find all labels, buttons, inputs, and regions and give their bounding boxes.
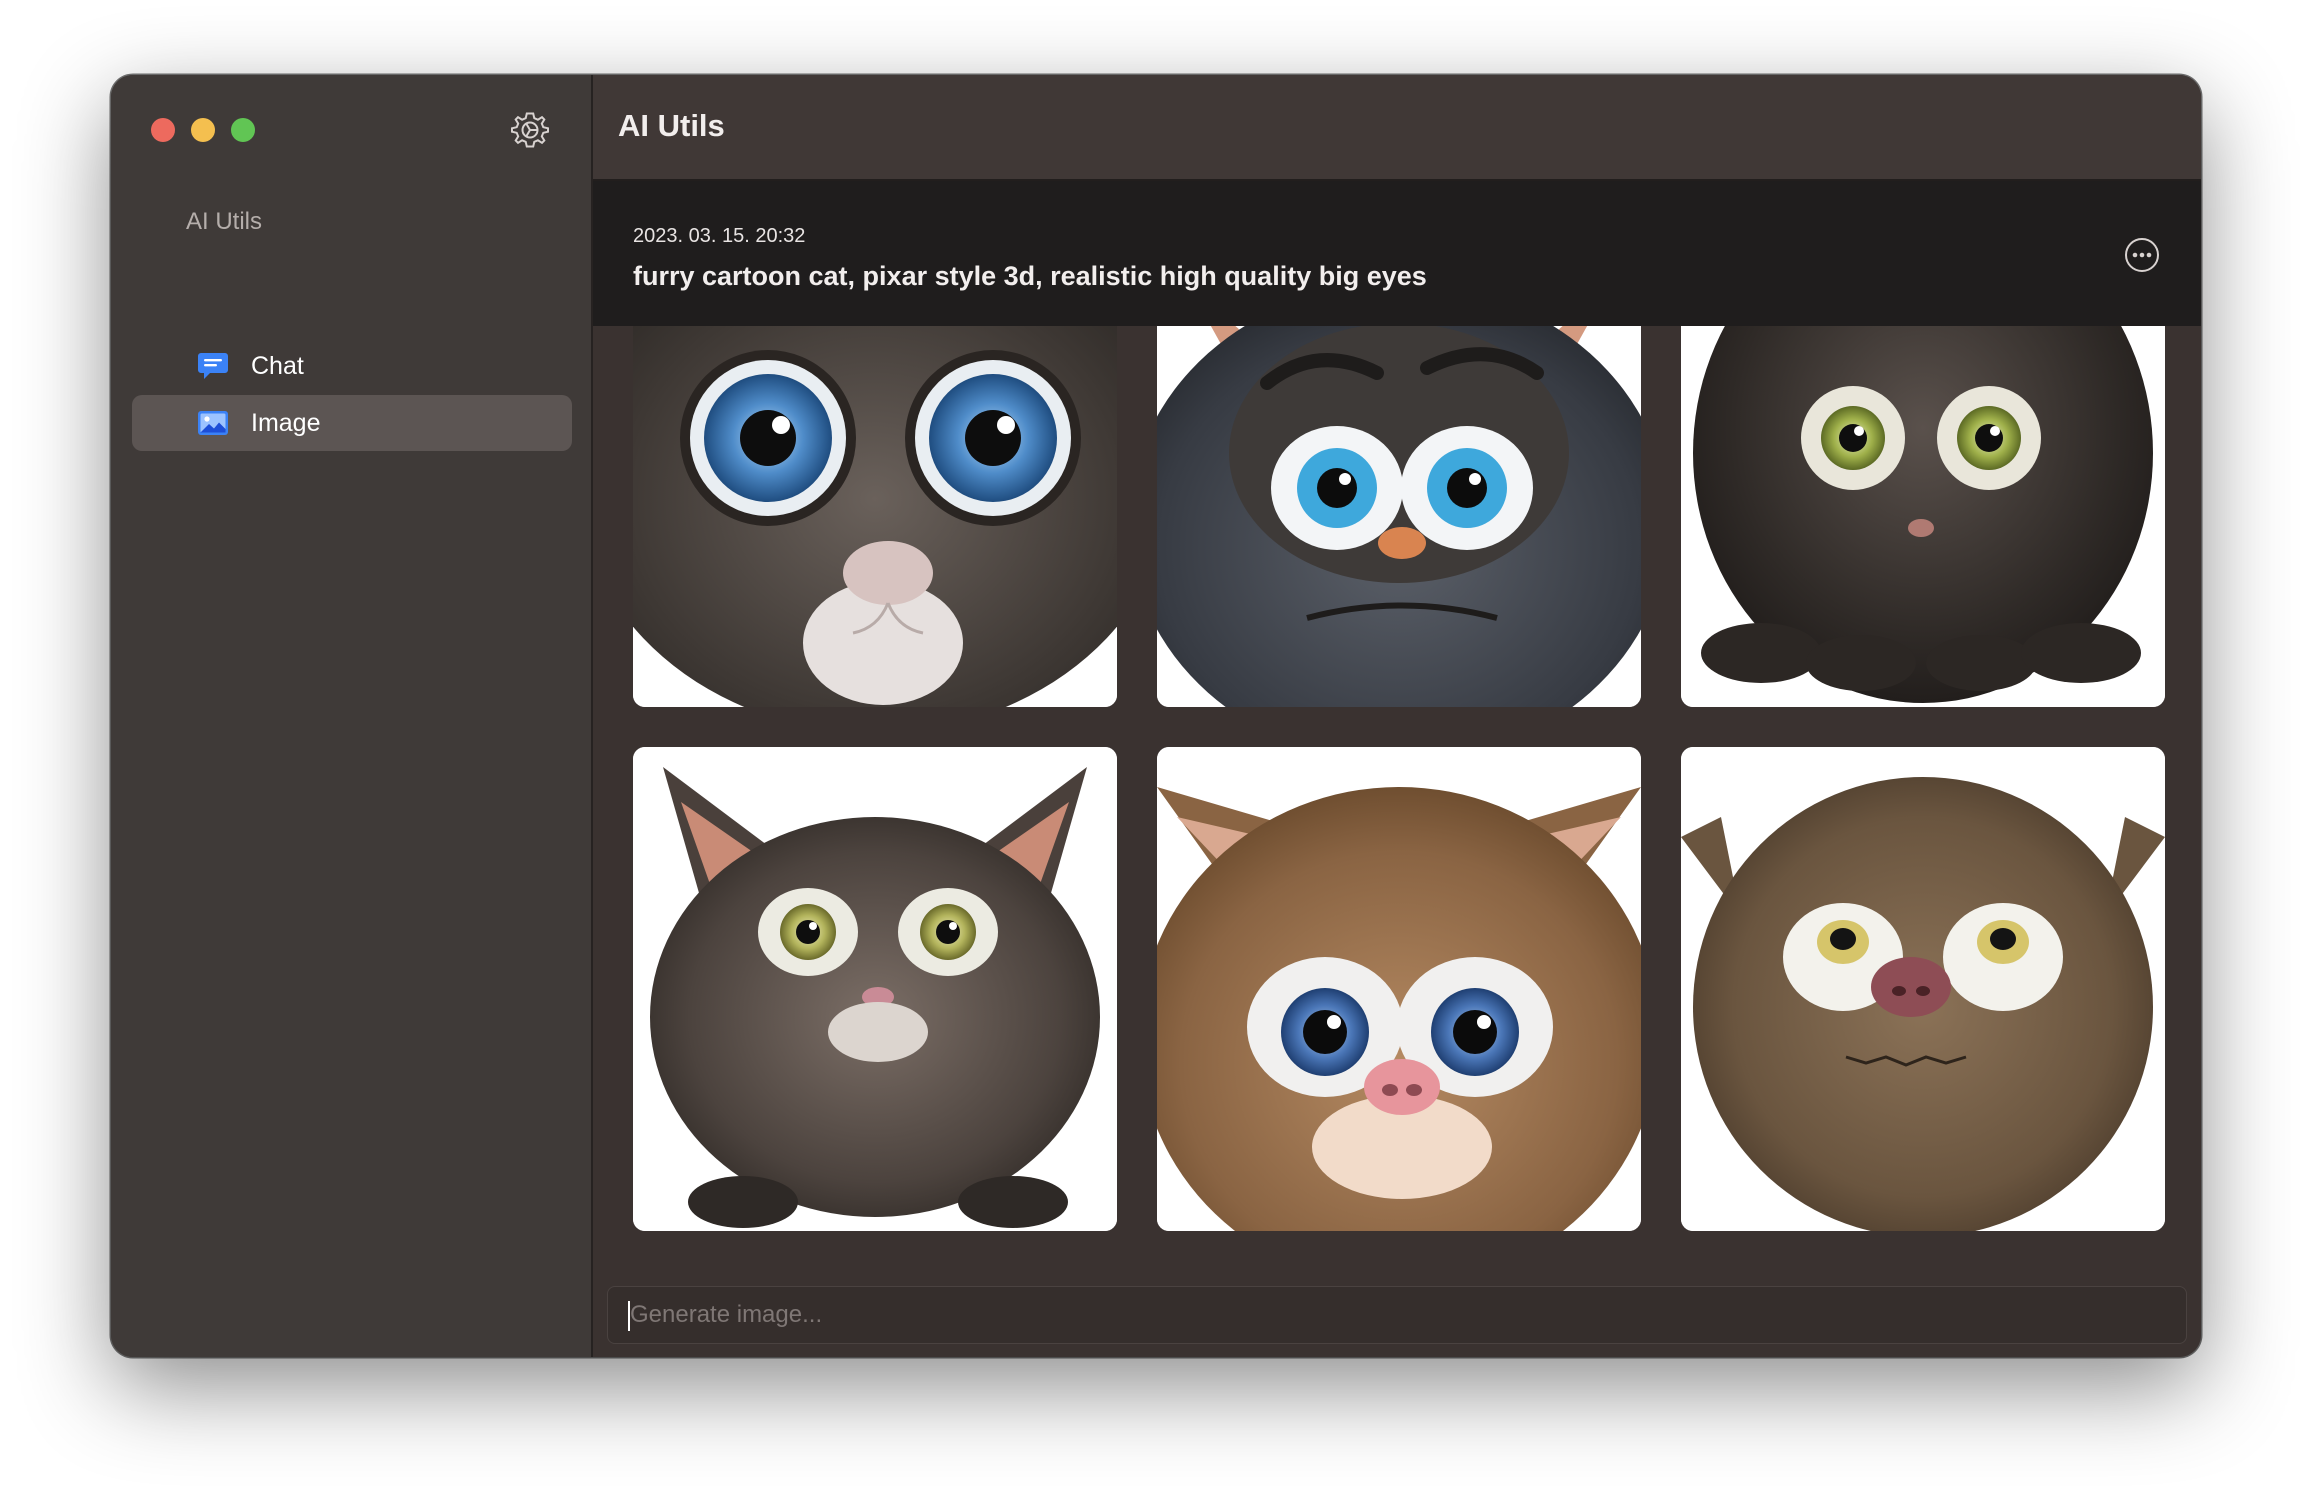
sidebar-item-label: Chat [251,351,304,380]
settings-button[interactable] [506,106,554,154]
sidebar: AI Utils Chat Image [111,75,593,1357]
prompt-header: 2023. 03. 15. 20:32 furry cartoon cat, p… [593,181,2201,326]
more-options-icon[interactable] [2123,236,2161,274]
sidebar-item-chat[interactable]: Chat [132,338,572,394]
generated-image[interactable] [1681,747,2165,1231]
gear-icon [511,112,549,148]
generated-image[interactable] [633,747,1117,1231]
sidebar-item-label: Image [251,408,321,437]
main-content: AI Utils 2023. 03. 15. 20:32 furry carto… [593,75,2201,1357]
generated-image[interactable] [1157,326,1641,707]
generated-image[interactable] [1157,747,1641,1231]
generated-image[interactable] [1681,326,2165,707]
app-window: AI Utils Chat Image AI Utils 2023. 03. 1… [111,75,2201,1357]
sidebar-item-image[interactable]: Image [132,395,572,451]
sidebar-section-title: AI Utils [186,208,263,235]
generated-image[interactable] [633,326,1117,707]
prompt-timestamp: 2023. 03. 15. 20:32 [633,225,806,247]
generate-image-input-container [607,1286,2187,1344]
photo-icon [198,411,228,435]
text-caret [628,1301,630,1331]
minimize-window-button[interactable] [191,118,215,142]
title-bar: AI Utils [593,75,2201,181]
zoom-window-button[interactable] [231,118,255,142]
generate-image-input[interactable] [608,1287,2186,1343]
chat-bubble-icon [198,353,228,379]
prompt-text: furry cartoon cat, pixar style 3d, reali… [633,261,1427,291]
image-gallery [633,326,2165,1316]
page-title: AI Utils [618,108,725,143]
close-window-button[interactable] [151,118,175,142]
